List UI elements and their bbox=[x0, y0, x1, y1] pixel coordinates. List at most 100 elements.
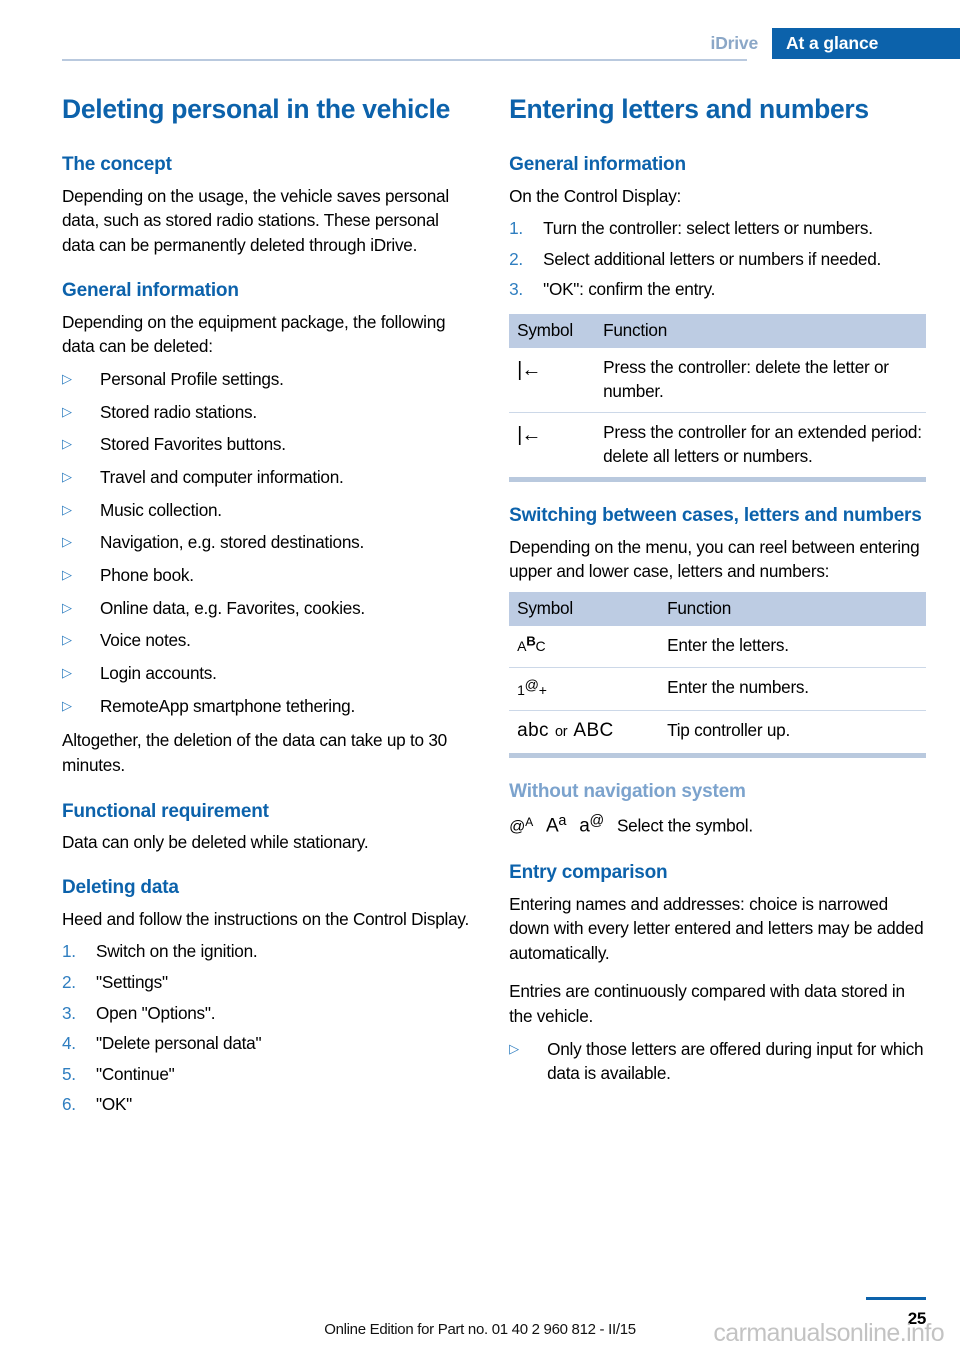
list-item-label: Stored radio stations. bbox=[100, 401, 257, 422]
list-item: 1. Switch on the ignition. bbox=[62, 939, 469, 964]
heading-general-information-left: General information bbox=[62, 280, 239, 302]
paragraph-general-information-left: Depending on the equipment package, the … bbox=[62, 311, 446, 357]
list-item-label: RemoteApp smartphone tethering. bbox=[100, 695, 355, 716]
step-number: 1. bbox=[62, 941, 76, 962]
without-nav-symbol-line: @A Aa a@ Select the symbol. bbox=[509, 811, 926, 840]
backspace-glyph: |← bbox=[517, 358, 541, 381]
upper-base: A bbox=[545, 815, 559, 837]
number-tail: + bbox=[538, 681, 547, 698]
deletable-data-list: ▷ Personal Profile settings. ▷ Stored ra… bbox=[62, 367, 469, 719]
list-item-label: Voice notes. bbox=[100, 630, 191, 651]
list-item: ▷ Stored radio stations. bbox=[62, 400, 469, 425]
at-base: @ bbox=[509, 818, 526, 836]
list-item: ▷ RemoteApp smartphone tethering. bbox=[62, 694, 469, 719]
list-item-label: Only those letters are offered during in… bbox=[547, 1038, 924, 1084]
table-cell-function: Tip controller up. bbox=[667, 719, 790, 740]
heading-entry-comparison: Entry comparison bbox=[509, 862, 668, 884]
abc-letters-icon: ABC bbox=[509, 625, 660, 669]
table-cell-function: Press the controller for an extended per… bbox=[603, 422, 922, 467]
step-number: 2. bbox=[509, 248, 523, 269]
triangle-bullet-icon: ▷ bbox=[62, 436, 72, 452]
heading-without-navigation-system: Without navigation system bbox=[509, 781, 746, 803]
lowercase-glyph: abc bbox=[517, 719, 549, 741]
header-section-label: iDrive bbox=[710, 33, 759, 53]
triangle-bullet-icon: ▷ bbox=[62, 501, 72, 517]
triangle-bullet-icon: ▷ bbox=[62, 468, 72, 484]
right-column: Entering letters and numbers General inf… bbox=[509, 92, 926, 1129]
paragraph-the-concept: Depending on the usage, the vehicle save… bbox=[62, 185, 449, 255]
lowercase-at-icon: a@ bbox=[579, 811, 604, 840]
footer-edition-label: Online Edition for Part no. 01 40 2 960 … bbox=[324, 1321, 636, 1338]
backspace-icon: |← bbox=[509, 347, 596, 414]
list-item: 6. "OK" bbox=[62, 1092, 469, 1117]
list-item: 5. "Continue" bbox=[62, 1062, 469, 1087]
uppercase-glyph: ABC bbox=[573, 719, 614, 741]
step-label: "Delete personal data" bbox=[96, 1033, 262, 1054]
list-item-label: Phone book. bbox=[100, 564, 194, 585]
numbers-symbols-icon: 1@+ bbox=[509, 667, 660, 711]
heading-the-concept: The concept bbox=[62, 154, 172, 176]
column-header-function: Function bbox=[595, 313, 926, 348]
list-item-label: Login accounts. bbox=[100, 663, 217, 684]
backspace-long-icon: |← bbox=[509, 413, 595, 480]
list-item-label: Personal Profile settings. bbox=[100, 368, 284, 389]
page-header: iDrive At a glance bbox=[0, 0, 960, 62]
heading-deleting-data: Deleting data bbox=[62, 877, 179, 899]
step-label: "Continue" bbox=[96, 1063, 175, 1084]
entering-steps: 1. Turn the controller: select letters o… bbox=[509, 216, 926, 302]
at-superscript: A bbox=[525, 814, 533, 829]
step-label: Open "Options". bbox=[96, 1002, 216, 1023]
triangle-bullet-icon: ▷ bbox=[62, 697, 72, 713]
list-item: 1. Turn the controller: select letters o… bbox=[509, 216, 926, 241]
paragraph-deletion-duration: Altogether, the deletion of the data can… bbox=[62, 730, 447, 775]
header-chapter-label: At a glance bbox=[772, 28, 960, 59]
step-number: 2. bbox=[62, 971, 76, 992]
triangle-bullet-icon: ▷ bbox=[62, 370, 72, 386]
list-item: ▷ Personal Profile settings. bbox=[62, 367, 469, 392]
step-number: 3. bbox=[62, 1002, 76, 1023]
heading-general-information-right: General information bbox=[509, 154, 686, 176]
entry-comparison-list: ▷ Only those letters are offered during … bbox=[509, 1037, 926, 1086]
paragraph-entry-comparison-1: Entering names and addresses: choice is … bbox=[509, 893, 924, 963]
column-header-function: Function bbox=[659, 591, 926, 626]
abc-base: A bbox=[517, 638, 527, 655]
list-item: 3. "OK": confirm the entry. bbox=[509, 277, 926, 302]
triangle-bullet-icon: ▷ bbox=[62, 665, 72, 681]
table-cell-function: Enter the numbers. bbox=[659, 667, 926, 711]
list-item: ▷ Travel and computer information. bbox=[62, 465, 469, 490]
step-label: Select additional letters or numbers if … bbox=[543, 248, 882, 269]
or-separator-label: or bbox=[554, 723, 568, 740]
table-row: ABC Enter the letters. bbox=[509, 625, 926, 669]
paragraph-control-display: On the Control Display: bbox=[509, 185, 682, 206]
list-item-label: Navigation, e.g. stored destinations. bbox=[100, 532, 365, 553]
number-base: 1 bbox=[517, 681, 525, 698]
list-item: ▷ Only those letters are offered during … bbox=[509, 1037, 926, 1086]
step-label: Switch on the ignition. bbox=[96, 941, 258, 962]
list-item-label: Online data, e.g. Favorites, cookies. bbox=[100, 597, 365, 618]
step-label: Turn the controller: select letters or n… bbox=[543, 218, 873, 239]
triangle-bullet-icon: ▷ bbox=[62, 632, 72, 648]
triangle-bullet-icon: ▷ bbox=[62, 403, 72, 419]
right-page-title: Entering letters and numbers bbox=[509, 94, 869, 124]
deleting-data-steps: 1. Switch on the ignition. 2. "Settings"… bbox=[62, 939, 469, 1117]
page-content: Deleting personal in the vehicle The con… bbox=[62, 92, 926, 1129]
step-number: 6. bbox=[62, 1094, 76, 1115]
abc-superscript: B bbox=[526, 633, 536, 649]
paragraph-functional-requirement: Data can only be deleted while stationar… bbox=[62, 831, 369, 852]
at-uppercase-icon: @A bbox=[509, 814, 533, 839]
heading-functional-requirement: Functional requirement bbox=[62, 800, 269, 822]
list-item: ▷ Phone book. bbox=[62, 563, 469, 588]
list-item: 2. "Settings" bbox=[62, 970, 469, 995]
number-glyph: 1@+ bbox=[517, 676, 547, 699]
column-header-symbol: Symbol bbox=[509, 591, 660, 626]
delete-symbol-table: Symbol Function |← Press the controller:… bbox=[509, 313, 926, 483]
number-superscript: @ bbox=[524, 676, 539, 693]
step-number: 3. bbox=[509, 279, 523, 300]
table-row: |← Press the controller for an extended … bbox=[509, 413, 926, 480]
heading-switching-cases: Switching between cases, letters and num… bbox=[509, 505, 922, 527]
step-label: "OK": confirm the entry. bbox=[543, 279, 716, 300]
abc-glyph: ABC bbox=[517, 633, 546, 655]
case-toggle-icon: abc or ABC bbox=[509, 710, 659, 756]
paragraph-switching-cases: Depending on the menu, you can reel betw… bbox=[509, 536, 920, 582]
list-item: ▷ Music collection. bbox=[62, 498, 469, 523]
